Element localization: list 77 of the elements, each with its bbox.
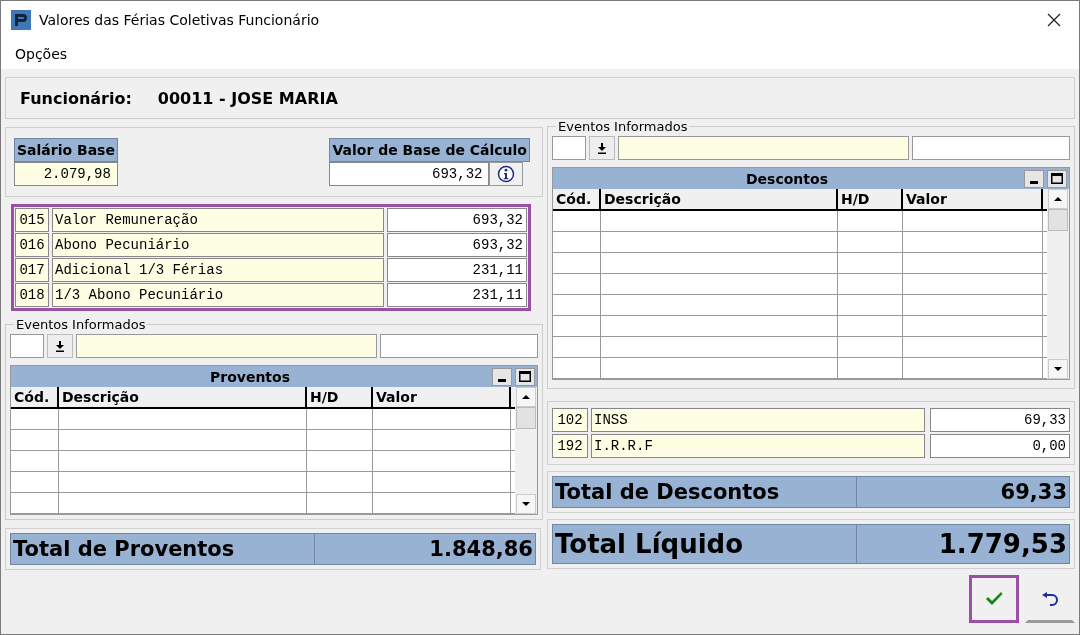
employee-name: 00011 - JOSE MARIA bbox=[157, 88, 338, 108]
event-description: Valor Remuneração bbox=[52, 208, 384, 232]
total-label: Total Líquido bbox=[553, 525, 857, 563]
event-value: 693,32 bbox=[387, 208, 527, 232]
download-button[interactable] bbox=[47, 334, 73, 358]
grid-title: Proventos bbox=[209, 368, 291, 385]
salary-field[interactable]: 2.079,98 bbox=[14, 162, 118, 186]
event-value: 231,11 bbox=[387, 258, 527, 282]
column-header[interactable]: Cód. bbox=[553, 189, 601, 209]
column-header[interactable]: H/D bbox=[307, 387, 373, 407]
maximize-icon bbox=[1051, 173, 1063, 184]
info-button[interactable] bbox=[489, 162, 524, 186]
info-icon bbox=[497, 165, 516, 183]
minimize-icon bbox=[1030, 180, 1038, 184]
confirm-button[interactable] bbox=[969, 575, 1019, 623]
grid-title: Descontos bbox=[745, 170, 829, 187]
close-icon[interactable] bbox=[1047, 13, 1061, 27]
group-title: Eventos Informados bbox=[557, 119, 689, 134]
event-description: Abono Pecuniário bbox=[52, 233, 384, 257]
maximize-icon bbox=[519, 371, 531, 382]
event-description: Adicional 1/3 Férias bbox=[52, 258, 384, 282]
calc-base-field[interactable]: 693,32 bbox=[329, 162, 490, 186]
event-code: 015 bbox=[15, 208, 49, 232]
employee-label: Funcionário: bbox=[20, 88, 132, 108]
checkmark-icon bbox=[985, 591, 1003, 607]
scroll-down-icon[interactable] bbox=[516, 494, 536, 514]
column-header[interactable]: Valor bbox=[903, 189, 1043, 209]
total-value: 1.779,53 bbox=[937, 529, 1068, 559]
undo-icon bbox=[1041, 592, 1059, 606]
event-code: 102 bbox=[552, 408, 588, 432]
column-header[interactable]: Valor bbox=[373, 387, 511, 407]
event-value: 231,11 bbox=[387, 283, 527, 307]
event-code: 016 bbox=[15, 233, 49, 257]
event-code: 192 bbox=[552, 434, 588, 458]
event-value: 693,32 bbox=[387, 233, 527, 257]
description-input[interactable] bbox=[618, 136, 909, 160]
field-header: Salário Base bbox=[14, 138, 118, 162]
download-icon bbox=[597, 142, 607, 154]
menu-item[interactable]: Opções bbox=[15, 46, 68, 62]
scroll-up-icon[interactable] bbox=[516, 387, 536, 407]
value-input[interactable] bbox=[380, 334, 538, 358]
total-label: Total de Descontos bbox=[553, 477, 857, 507]
total-label: Total de Proventos bbox=[11, 534, 315, 564]
event-description: INSS bbox=[591, 408, 925, 432]
column-header[interactable]: Cód. bbox=[11, 387, 59, 407]
minimize-icon bbox=[498, 378, 506, 382]
field-header: Valor de Base de Cálculo bbox=[329, 138, 530, 162]
scroll-down-icon[interactable] bbox=[1048, 359, 1068, 379]
download-button[interactable] bbox=[589, 136, 615, 160]
maximize-button[interactable] bbox=[515, 367, 535, 386]
event-value: 69,33 bbox=[930, 408, 1070, 432]
value-input[interactable] bbox=[912, 136, 1070, 160]
total-value: 69,33 bbox=[999, 480, 1068, 504]
event-code: 017 bbox=[15, 258, 49, 282]
maximize-button[interactable] bbox=[1047, 169, 1067, 188]
event-description: 1/3 Abono Pecuniário bbox=[52, 283, 384, 307]
scroll-thumb[interactable] bbox=[516, 407, 536, 429]
scrollbar[interactable] bbox=[515, 387, 537, 514]
code-input[interactable] bbox=[10, 334, 44, 358]
total-value: 1.848,86 bbox=[428, 537, 534, 561]
event-code: 018 bbox=[15, 283, 49, 307]
event-value: 0,00 bbox=[930, 434, 1070, 458]
scroll-up-icon[interactable] bbox=[1048, 189, 1068, 209]
description-input[interactable] bbox=[76, 334, 377, 358]
column-header[interactable]: H/D bbox=[838, 189, 903, 209]
app-icon bbox=[11, 10, 31, 30]
column-header[interactable]: Descrição bbox=[601, 189, 838, 209]
scroll-thumb[interactable] bbox=[1048, 209, 1068, 231]
window-title: Valores das Férias Coletivas Funcionário bbox=[39, 12, 321, 28]
minimize-button[interactable] bbox=[492, 367, 512, 386]
event-description: I.R.R.F bbox=[591, 434, 925, 458]
column-header[interactable]: Descrição bbox=[59, 387, 307, 407]
minimize-button[interactable] bbox=[1024, 169, 1044, 188]
group-title: Eventos Informados bbox=[15, 317, 147, 332]
download-icon bbox=[55, 340, 65, 352]
scrollbar[interactable] bbox=[1047, 189, 1069, 379]
code-input[interactable] bbox=[552, 136, 586, 160]
